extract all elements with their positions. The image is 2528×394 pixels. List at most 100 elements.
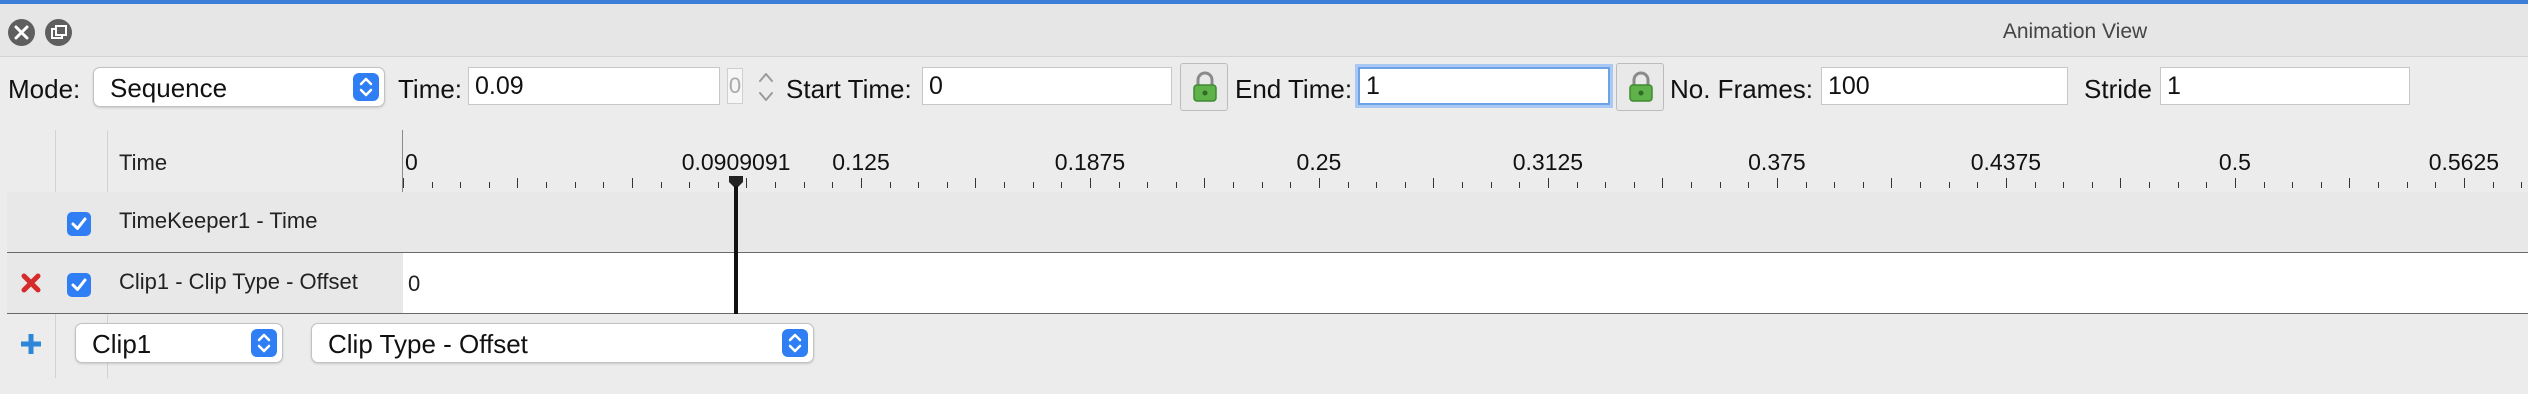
time-ruler[interactable]: 0 0.0909091 0.125 0.1875 0.25 0.3125 0.375 0.43… (403, 130, 2528, 192)
time-tick-mark (2320, 182, 2322, 188)
timeline-header-row: Time 0 0.0909091 0.125 0.1875 0.25 0.3125 0.37… (7, 130, 2528, 193)
time-tick-label: 0.1875 (1054, 149, 1126, 175)
time-tick-mark (488, 182, 490, 188)
time-tick-mark (631, 178, 633, 188)
time-tick-mark (2463, 178, 2465, 188)
track-enabled-checkbox[interactable] (67, 212, 91, 236)
time-tick-mark (775, 182, 777, 188)
start-time-input[interactable]: 0 (922, 67, 1172, 105)
time-tick-mark (1004, 182, 1006, 188)
time-tick-mark (1748, 182, 1750, 188)
time-tick-mark (689, 182, 691, 188)
time-tick-mark (1891, 178, 1893, 188)
chevron-updown-icon (353, 73, 379, 101)
lock-icon (1629, 71, 1653, 102)
track-enabled-checkbox[interactable] (67, 273, 91, 297)
time-tick-mark (2435, 182, 2437, 188)
stride-label: Stride (2084, 74, 2152, 104)
time-input[interactable]: 0.09 (468, 67, 720, 105)
track-source-value: Clip1 (92, 329, 152, 359)
window-title: Animation View (2002, 20, 2148, 43)
time-tick-mark (2492, 182, 2494, 188)
start-time-label: Start Time: (786, 74, 912, 104)
time-tick-mark (2063, 182, 2065, 188)
time-tick-mark (1805, 182, 1807, 188)
stride-input[interactable]: 1 (2160, 67, 2410, 105)
start-time-lock-button[interactable] (1180, 63, 1228, 111)
end-time-lock-button[interactable] (1616, 63, 1664, 111)
time-tick-mark (1404, 182, 1406, 188)
time-tick-mark (2120, 178, 2122, 188)
time-tick-label: 0.5625 (2428, 149, 2500, 175)
time-tick-label: 0.125 (832, 149, 890, 175)
time-tick-mark (1490, 182, 1492, 188)
title-bar: Animation View (0, 4, 2528, 57)
time-tick-mark (1290, 182, 1292, 188)
time-tick-mark (1204, 178, 1206, 188)
time-index-stepper-icon[interactable] (755, 67, 777, 107)
time-tick-mark (1261, 182, 1263, 188)
keyframe-value[interactable]: 0 (408, 271, 420, 297)
time-tick-mark (1691, 182, 1693, 188)
time-tick-mark (1519, 182, 1521, 188)
time-tick-mark (1433, 178, 1435, 188)
frames-label: No. Frames: (1670, 74, 1814, 104)
time-tick-mark (1576, 182, 1578, 188)
float-window-icon[interactable] (45, 19, 72, 46)
time-tick-mark (860, 178, 862, 188)
time-tick-mark (2206, 182, 2208, 188)
lock-icon (1193, 71, 1217, 102)
time-tick-mark (1032, 182, 1034, 188)
time-tick-mark (889, 182, 891, 188)
time-tick-label: 0.375 (1748, 149, 1806, 175)
time-tick-mark (2005, 178, 2007, 188)
time-tick-mark (946, 182, 948, 188)
time-tick-mark (2034, 182, 2036, 188)
time-tick-mark (717, 182, 719, 188)
time-tick-mark (460, 182, 462, 188)
mode-select[interactable]: Sequence (93, 67, 385, 107)
time-tick-mark (1175, 182, 1177, 188)
frames-input[interactable]: 100 (1821, 67, 2068, 105)
chevron-updown-icon (251, 329, 277, 357)
time-tick-label: 0.4375 (1970, 149, 2042, 175)
track-timeline[interactable] (403, 192, 2528, 252)
time-tick-mark (574, 182, 576, 188)
time-tick-mark (803, 182, 805, 188)
plus-icon[interactable] (19, 332, 43, 356)
time-tick-mark (1118, 182, 1120, 188)
time-tick-mark (2406, 182, 2408, 188)
time-tick-mark (746, 178, 748, 188)
close-icon[interactable] (8, 19, 35, 46)
track-row[interactable]: TimeKeeper1 - Time (7, 192, 2528, 253)
time-tick-mark (1948, 182, 1950, 188)
time-tick-mark (1147, 182, 1149, 188)
time-tick-mark (1605, 182, 1607, 188)
time-tick-mark (1719, 182, 1721, 188)
animation-track-table: Time 0 0.0909091 0.125 0.1875 0.25 0.3125 0.37… (7, 130, 2528, 378)
track-timeline[interactable]: 0 (403, 253, 2528, 313)
time-tick-mark (1089, 178, 1091, 188)
time-tick-mark (975, 178, 977, 188)
time-tick-mark (2177, 182, 2179, 188)
time-tick-mark (1318, 178, 1320, 188)
time-tick-mark (1233, 182, 1235, 188)
time-tick-mark (2263, 182, 2265, 188)
time-tick-mark (2521, 182, 2523, 188)
time-tick-mark (832, 182, 834, 188)
time-index-spinbox[interactable]: 0 (727, 68, 743, 104)
track-row[interactable]: Clip1 - Clip Type - Offset 0 (7, 253, 2528, 314)
time-tick-mark (1462, 182, 1464, 188)
track-property-select[interactable]: Clip Type - Offset (311, 323, 814, 363)
time-tick-label: 0.25 (1296, 149, 1342, 175)
time-tick-mark (2378, 182, 2379, 188)
time-tick-mark (517, 178, 519, 188)
current-time-marker[interactable] (726, 176, 746, 314)
time-tick-label: 0.0909091 (681, 149, 791, 175)
delete-x-icon[interactable] (19, 271, 43, 295)
end-time-input[interactable]: 1 (1358, 67, 1610, 105)
track-source-select[interactable]: Clip1 (75, 323, 283, 363)
mode-select-value: Sequence (110, 73, 228, 103)
time-tick-mark (2149, 182, 2151, 188)
time-tick-mark (603, 182, 605, 188)
